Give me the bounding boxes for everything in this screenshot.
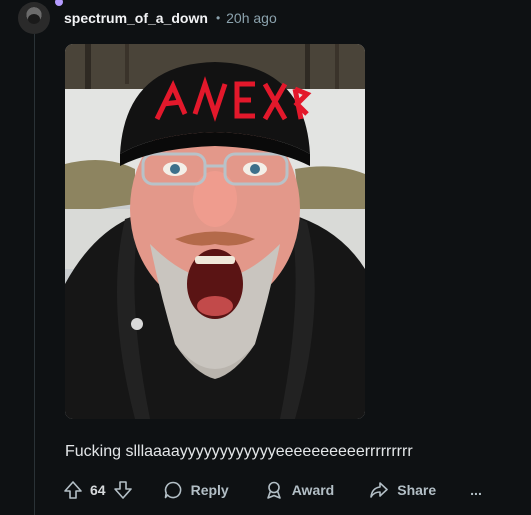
comment-body: Fucking slllaaaayyyyyyyyyyyyeeeeeeeeeerr… xyxy=(65,443,413,460)
award-button[interactable]: Award xyxy=(264,480,335,500)
author-username[interactable]: spectrum_of_a_down xyxy=(64,10,208,26)
comment-actions: 64 Reply Award Share ... xyxy=(63,478,482,502)
share-button[interactable]: Share xyxy=(369,480,436,500)
upvote-icon xyxy=(64,481,82,499)
award-icon xyxy=(266,481,281,499)
comment-image[interactable] xyxy=(65,44,365,419)
meta-separator: • xyxy=(215,11,221,25)
upvote-button[interactable] xyxy=(63,480,83,500)
share-icon xyxy=(370,482,389,498)
reply-button[interactable]: Reply xyxy=(163,480,229,500)
thread-line xyxy=(34,34,35,515)
reply-label: Reply xyxy=(190,482,229,498)
comment-header: spectrum_of_a_down • 20h ago xyxy=(18,0,277,34)
share-label: Share xyxy=(397,482,437,498)
downvote-button[interactable] xyxy=(113,480,133,500)
downvote-icon xyxy=(113,481,132,499)
online-indicator xyxy=(55,0,63,6)
more-icon: ... xyxy=(470,482,482,498)
more-options-button[interactable]: ... xyxy=(470,482,482,498)
vote-count: 64 xyxy=(90,482,106,498)
comment-timestamp[interactable]: 20h ago xyxy=(226,10,277,26)
screaming-man-photo xyxy=(65,44,365,419)
award-label: Award xyxy=(291,482,335,498)
reply-icon xyxy=(164,481,181,499)
avatar[interactable] xyxy=(18,2,50,34)
